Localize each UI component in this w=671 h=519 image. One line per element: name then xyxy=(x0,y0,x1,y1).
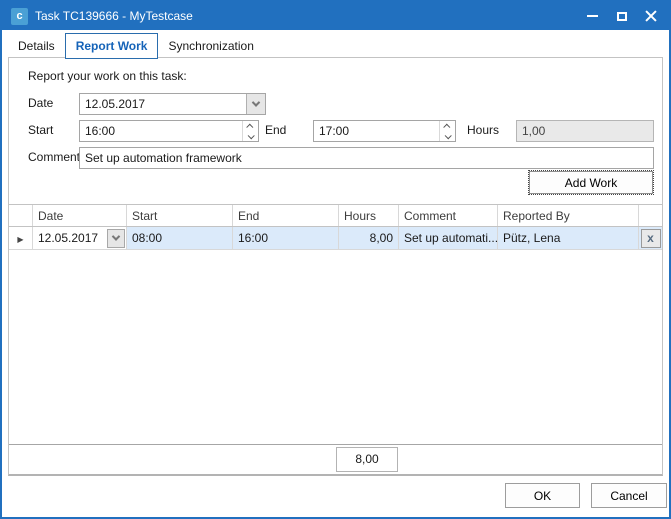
grid-header-comment[interactable]: Comment xyxy=(399,205,498,226)
end-field[interactable]: 17:00 xyxy=(313,120,456,142)
row-selector-cell[interactable] xyxy=(9,227,33,249)
end-value: 17:00 xyxy=(314,124,439,138)
grid-header-row: Date Start End Hours Comment Reported By xyxy=(9,205,662,227)
chevron-up-icon xyxy=(246,123,253,130)
row-date-editor[interactable]: 12.05.2017 xyxy=(33,227,126,249)
hours-value: 1,00 xyxy=(517,124,653,138)
close-button[interactable] xyxy=(636,2,665,30)
chevron-down-icon xyxy=(445,132,452,139)
comment-value: Set up automation framework xyxy=(80,151,653,165)
row-start-cell[interactable]: 08:00 xyxy=(127,227,233,249)
delete-row-button[interactable]: x xyxy=(641,229,661,248)
date-value: 12.05.2017 xyxy=(80,97,246,111)
row-comment-cell[interactable]: Set up automati... xyxy=(399,227,498,249)
tab-bar: Details Report Work Synchronization xyxy=(8,30,264,58)
grid-header-end[interactable]: End xyxy=(233,205,339,226)
date-label: Date xyxy=(28,96,53,110)
minimize-button[interactable] xyxy=(578,2,607,30)
comment-field[interactable]: Set up automation framework xyxy=(79,147,654,169)
minimize-icon xyxy=(587,15,598,17)
window-controls xyxy=(578,2,665,30)
spin-up-button[interactable] xyxy=(440,121,455,131)
ok-button[interactable]: OK xyxy=(505,483,580,508)
window-title: Task TC139666 - MyTestcase xyxy=(35,9,193,23)
add-work-button[interactable]: Add Work xyxy=(529,171,653,194)
grid-header-start[interactable]: Start xyxy=(127,205,233,226)
cancel-button[interactable]: Cancel xyxy=(591,483,667,508)
task-dialog: c Task TC139666 - MyTestcase Details Rep… xyxy=(0,0,671,519)
work-grid: Date Start End Hours Comment Reported By… xyxy=(9,204,662,474)
start-label: Start xyxy=(28,123,53,137)
row-date-value: 12.05.2017 xyxy=(33,231,107,245)
tab-details[interactable]: Details xyxy=(8,35,65,58)
hours-label: Hours xyxy=(467,123,499,137)
hours-total: 8,00 xyxy=(336,447,398,472)
row-hours-cell[interactable]: 8,00 xyxy=(339,227,399,249)
app-icon-letter: c xyxy=(16,10,22,22)
tab-synchronization[interactable]: Synchronization xyxy=(158,35,263,58)
grid-summary-footer: 8,00 xyxy=(9,444,662,474)
grid-header-date[interactable]: Date xyxy=(33,205,127,226)
end-spinner[interactable] xyxy=(439,121,455,141)
grid-header-actions xyxy=(639,205,662,226)
grid-header-selector xyxy=(9,205,33,226)
comment-label: Comment xyxy=(28,150,80,164)
row-date-dropdown-button[interactable] xyxy=(107,229,125,248)
grid-header-reported-by[interactable]: Reported By xyxy=(498,205,639,226)
page-heading: Report your work on this task: xyxy=(28,69,187,83)
table-row[interactable]: 12.05.2017 08:00 16:00 8,00 Set up autom… xyxy=(9,227,662,250)
close-icon xyxy=(645,10,657,22)
end-label: End xyxy=(265,123,286,137)
chevron-down-icon xyxy=(252,98,260,106)
row-end-cell[interactable]: 16:00 xyxy=(233,227,339,249)
maximize-button[interactable] xyxy=(607,2,636,30)
start-field[interactable]: 16:00 xyxy=(79,120,259,142)
chevron-down-icon xyxy=(112,232,120,240)
app-icon: c xyxy=(11,8,28,25)
chevron-down-icon xyxy=(248,132,255,139)
titlebar[interactable]: c Task TC139666 - MyTestcase xyxy=(2,2,669,30)
date-field[interactable]: 12.05.2017 xyxy=(79,93,266,115)
hours-field: 1,00 xyxy=(516,120,654,142)
report-work-page: Report your work on this task: Date 12.0… xyxy=(8,57,663,476)
chevron-up-icon xyxy=(443,123,450,130)
tab-report-work[interactable]: Report Work xyxy=(65,33,159,59)
start-value: 16:00 xyxy=(80,124,242,138)
row-date-cell[interactable]: 12.05.2017 xyxy=(33,227,127,249)
maximize-icon xyxy=(617,12,627,21)
current-row-indicator-icon xyxy=(17,231,23,245)
spin-up-button[interactable] xyxy=(243,121,258,131)
row-reported-by-cell[interactable]: Pütz, Lena xyxy=(498,227,639,249)
start-spinner[interactable] xyxy=(242,121,258,141)
grid-header-hours[interactable]: Hours xyxy=(339,205,399,226)
spin-down-button[interactable] xyxy=(243,131,258,141)
row-actions-cell: x xyxy=(639,227,662,249)
spin-down-button[interactable] xyxy=(440,131,455,141)
date-dropdown-button[interactable] xyxy=(246,94,265,114)
